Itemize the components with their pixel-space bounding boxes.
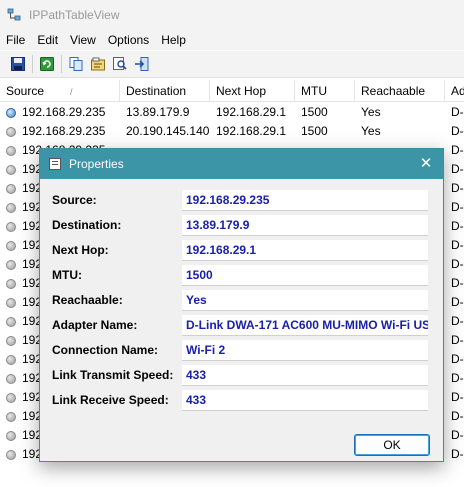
dialog-title-bar: Properties ✕ bbox=[40, 149, 443, 179]
dialog-title: Properties bbox=[69, 157, 124, 171]
property-value-field[interactable]: Yes bbox=[182, 290, 428, 311]
cell-ad: D- bbox=[451, 105, 464, 119]
property-value-field[interactable]: 192.168.29.235 bbox=[182, 190, 428, 211]
cell-ad: D- bbox=[451, 409, 464, 423]
network-app-icon bbox=[7, 8, 21, 22]
property-row: Reachaable: Yes bbox=[40, 290, 443, 312]
menu-help[interactable]: Help bbox=[155, 33, 192, 47]
window-title: IPPathTableView bbox=[29, 8, 120, 22]
cell-source: 192.168.29.235 bbox=[22, 105, 106, 119]
cell-ad: D- bbox=[451, 428, 464, 442]
cell-next-hop: 192.168.29.1 bbox=[216, 105, 287, 119]
table-row[interactable]: 192.168.29.235 13.89.179.9 192.168.29.1 150… bbox=[0, 103, 464, 122]
cell-ad: D- bbox=[451, 390, 464, 404]
table-header: Source / Destination Next Hop MTU Reachaa… bbox=[0, 80, 464, 102]
properties-icon[interactable] bbox=[88, 54, 108, 74]
main-window: IPPathTableView File Edit View Options H… bbox=[0, 0, 464, 487]
toolbar-separator bbox=[32, 55, 33, 73]
property-row: Next Hop: 192.168.29.1 bbox=[40, 240, 443, 262]
cell-reachable: Yes bbox=[361, 105, 381, 119]
cell-mtu: 1500 bbox=[301, 124, 328, 138]
property-value-field[interactable]: 1500 bbox=[182, 265, 428, 286]
table-row[interactable]: 192.168.29.235 20.190.145.140 192.168.29.1… bbox=[0, 122, 464, 141]
property-row: Link Transmit Speed: 433 bbox=[40, 365, 443, 387]
cell-source: 192.168.29.235 bbox=[22, 124, 106, 138]
cell-mtu: 1500 bbox=[301, 105, 328, 119]
find-icon[interactable] bbox=[110, 54, 130, 74]
property-row: MTU: 1500 bbox=[40, 265, 443, 287]
copy-icon[interactable] bbox=[66, 54, 86, 74]
property-value-field[interactable]: Wi-Fi 2 bbox=[182, 340, 428, 361]
column-header-destination[interactable]: Destination bbox=[120, 80, 210, 102]
title-bar: IPPathTableView bbox=[0, 0, 464, 30]
sort-ascending-icon: / bbox=[70, 87, 73, 97]
property-label: Link Receive Speed: bbox=[52, 393, 169, 407]
cell-next-hop: 192.168.29.1 bbox=[216, 124, 287, 138]
cell-ad: D- bbox=[451, 371, 464, 385]
property-value-field[interactable]: 192.168.29.1 bbox=[182, 240, 428, 261]
cell-ad: D- bbox=[451, 124, 464, 138]
property-label: Source: bbox=[52, 193, 97, 207]
property-value-field[interactable]: 433 bbox=[182, 390, 428, 411]
property-row: Source: 192.168.29.235 bbox=[40, 190, 443, 212]
column-header-adapter[interactable]: Ad bbox=[445, 80, 464, 102]
toolbar bbox=[0, 51, 464, 78]
cell-ad: D- bbox=[451, 181, 464, 195]
property-row: Adapter Name: D-Link DWA-171 AC600 MU-MIM… bbox=[40, 315, 443, 337]
property-row: Destination: 13.89.179.9 bbox=[40, 215, 443, 237]
properties-dialog: Properties ✕ Source: 192.168.29.235 Destin… bbox=[39, 148, 444, 462]
property-label: Reachaable: bbox=[52, 293, 123, 307]
menu-edit[interactable]: Edit bbox=[31, 33, 64, 47]
column-header-label: Source bbox=[6, 84, 45, 98]
cell-ad: D- bbox=[451, 295, 464, 309]
property-label: Connection Name: bbox=[52, 343, 159, 357]
property-row: Link Receive Speed: 433 bbox=[40, 390, 443, 412]
toolbar-separator bbox=[61, 55, 62, 73]
refresh-icon[interactable] bbox=[37, 54, 57, 74]
menu-bar: File Edit View Options Help bbox=[0, 30, 464, 50]
cell-ad: D- bbox=[451, 447, 464, 461]
property-label: Adapter Name: bbox=[52, 318, 138, 332]
column-header-reachable[interactable]: Reachaable bbox=[355, 80, 445, 102]
cell-ad: D- bbox=[451, 143, 464, 157]
property-value-field[interactable]: D-Link DWA-171 AC600 MU-MIMO Wi-Fi USB bbox=[182, 315, 428, 336]
menu-file[interactable]: File bbox=[0, 33, 31, 47]
cell-reachable: Yes bbox=[361, 124, 381, 138]
cell-ad: D- bbox=[451, 219, 464, 233]
property-label: MTU: bbox=[52, 268, 82, 282]
property-label: Next Hop: bbox=[52, 243, 109, 257]
properties-window-icon bbox=[49, 158, 61, 170]
property-label: Destination: bbox=[52, 218, 122, 232]
close-icon[interactable]: ✕ bbox=[417, 155, 435, 173]
column-header-mtu[interactable]: MTU bbox=[295, 80, 355, 102]
cell-destination: 13.89.179.9 bbox=[126, 105, 190, 119]
ok-button[interactable]: OK bbox=[354, 434, 430, 456]
cell-destination: 20.190.145.140 bbox=[126, 124, 210, 138]
property-label: Link Transmit Speed: bbox=[52, 368, 174, 382]
column-header-source[interactable]: Source / bbox=[0, 80, 120, 102]
property-value-field[interactable]: 13.89.179.9 bbox=[182, 215, 428, 236]
cell-ad: D- bbox=[451, 238, 464, 252]
cell-ad: D- bbox=[451, 314, 464, 328]
cell-ad: D- bbox=[451, 333, 464, 347]
cell-ad: D- bbox=[451, 352, 464, 366]
exit-icon[interactable] bbox=[132, 54, 152, 74]
menu-options[interactable]: Options bbox=[102, 33, 155, 47]
save-icon[interactable] bbox=[8, 54, 28, 74]
property-row: Connection Name: Wi-Fi 2 bbox=[40, 340, 443, 362]
cell-ad: D- bbox=[451, 276, 464, 290]
cell-ad: D- bbox=[451, 200, 464, 214]
cell-ad: D- bbox=[451, 257, 464, 271]
property-value-field[interactable]: 433 bbox=[182, 365, 428, 386]
menu-view[interactable]: View bbox=[64, 33, 102, 47]
column-header-next-hop[interactable]: Next Hop bbox=[210, 80, 295, 102]
cell-ad: D- bbox=[451, 162, 464, 176]
